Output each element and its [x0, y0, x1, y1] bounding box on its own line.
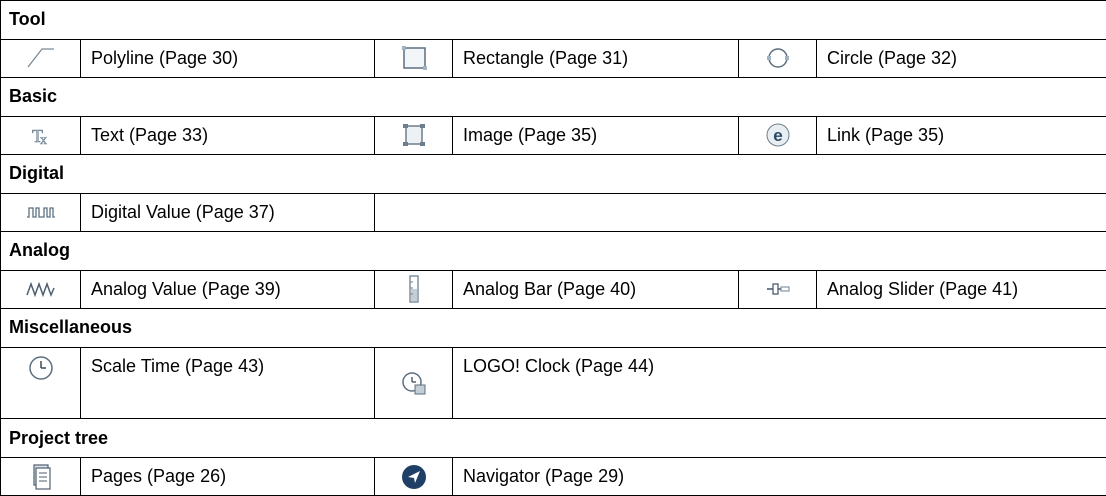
svg-text:x: x: [40, 133, 47, 148]
analog-slider-icon: [738, 269, 817, 309]
empty-cell: [374, 192, 1106, 232]
navigator-icon: [374, 457, 453, 496]
scale-time-link[interactable]: Scale Time (Page 43): [80, 346, 375, 420]
image-icon: [374, 115, 453, 155]
analog-slider-link[interactable]: Analog Slider (Page 41): [816, 269, 1106, 309]
svg-text:e: e: [773, 126, 782, 145]
section-header-tool: Tool: [0, 0, 1106, 40]
analog-bar-icon: [374, 269, 453, 309]
analog-value-icon: [0, 269, 81, 309]
digital-value-icon: [0, 192, 81, 232]
logo-clock-icon: [374, 346, 453, 420]
reference-table: Tool Polyline (Page 30) Rectangle (Page …: [0, 0, 1106, 496]
circle-icon: [738, 38, 817, 78]
text-icon: Tx: [0, 115, 81, 155]
section-header-miscellaneous: Miscellaneous: [0, 307, 1106, 348]
image-link[interactable]: Image (Page 35): [452, 115, 739, 155]
pages-link[interactable]: Pages (Page 26): [80, 457, 375, 496]
rectangle-link[interactable]: Rectangle (Page 31): [452, 38, 739, 78]
navigator-link[interactable]: Navigator (Page 29): [452, 457, 1106, 496]
logo-clock-link[interactable]: LOGO! Clock (Page 44): [452, 346, 1106, 420]
digital-value-link[interactable]: Digital Value (Page 37): [80, 192, 375, 232]
text-link[interactable]: Text (Page 33): [80, 115, 375, 155]
clock-icon: [0, 346, 81, 420]
section-header-analog: Analog: [0, 230, 1106, 271]
rectangle-icon: [374, 38, 453, 78]
section-header-basic: Basic: [0, 76, 1106, 117]
section-header-digital: Digital: [0, 153, 1106, 194]
link-link[interactable]: Link (Page 35): [816, 115, 1106, 155]
pages-icon: [0, 457, 81, 496]
analog-value-link[interactable]: Analog Value (Page 39): [80, 269, 375, 309]
analog-bar-link[interactable]: Analog Bar (Page 40): [452, 269, 739, 309]
polyline-link[interactable]: Polyline (Page 30): [80, 38, 375, 78]
section-header-project-tree: Project tree: [0, 418, 1106, 459]
polyline-icon: [0, 38, 81, 78]
circle-link[interactable]: Circle (Page 32): [816, 38, 1106, 78]
link-icon: e: [738, 115, 817, 155]
